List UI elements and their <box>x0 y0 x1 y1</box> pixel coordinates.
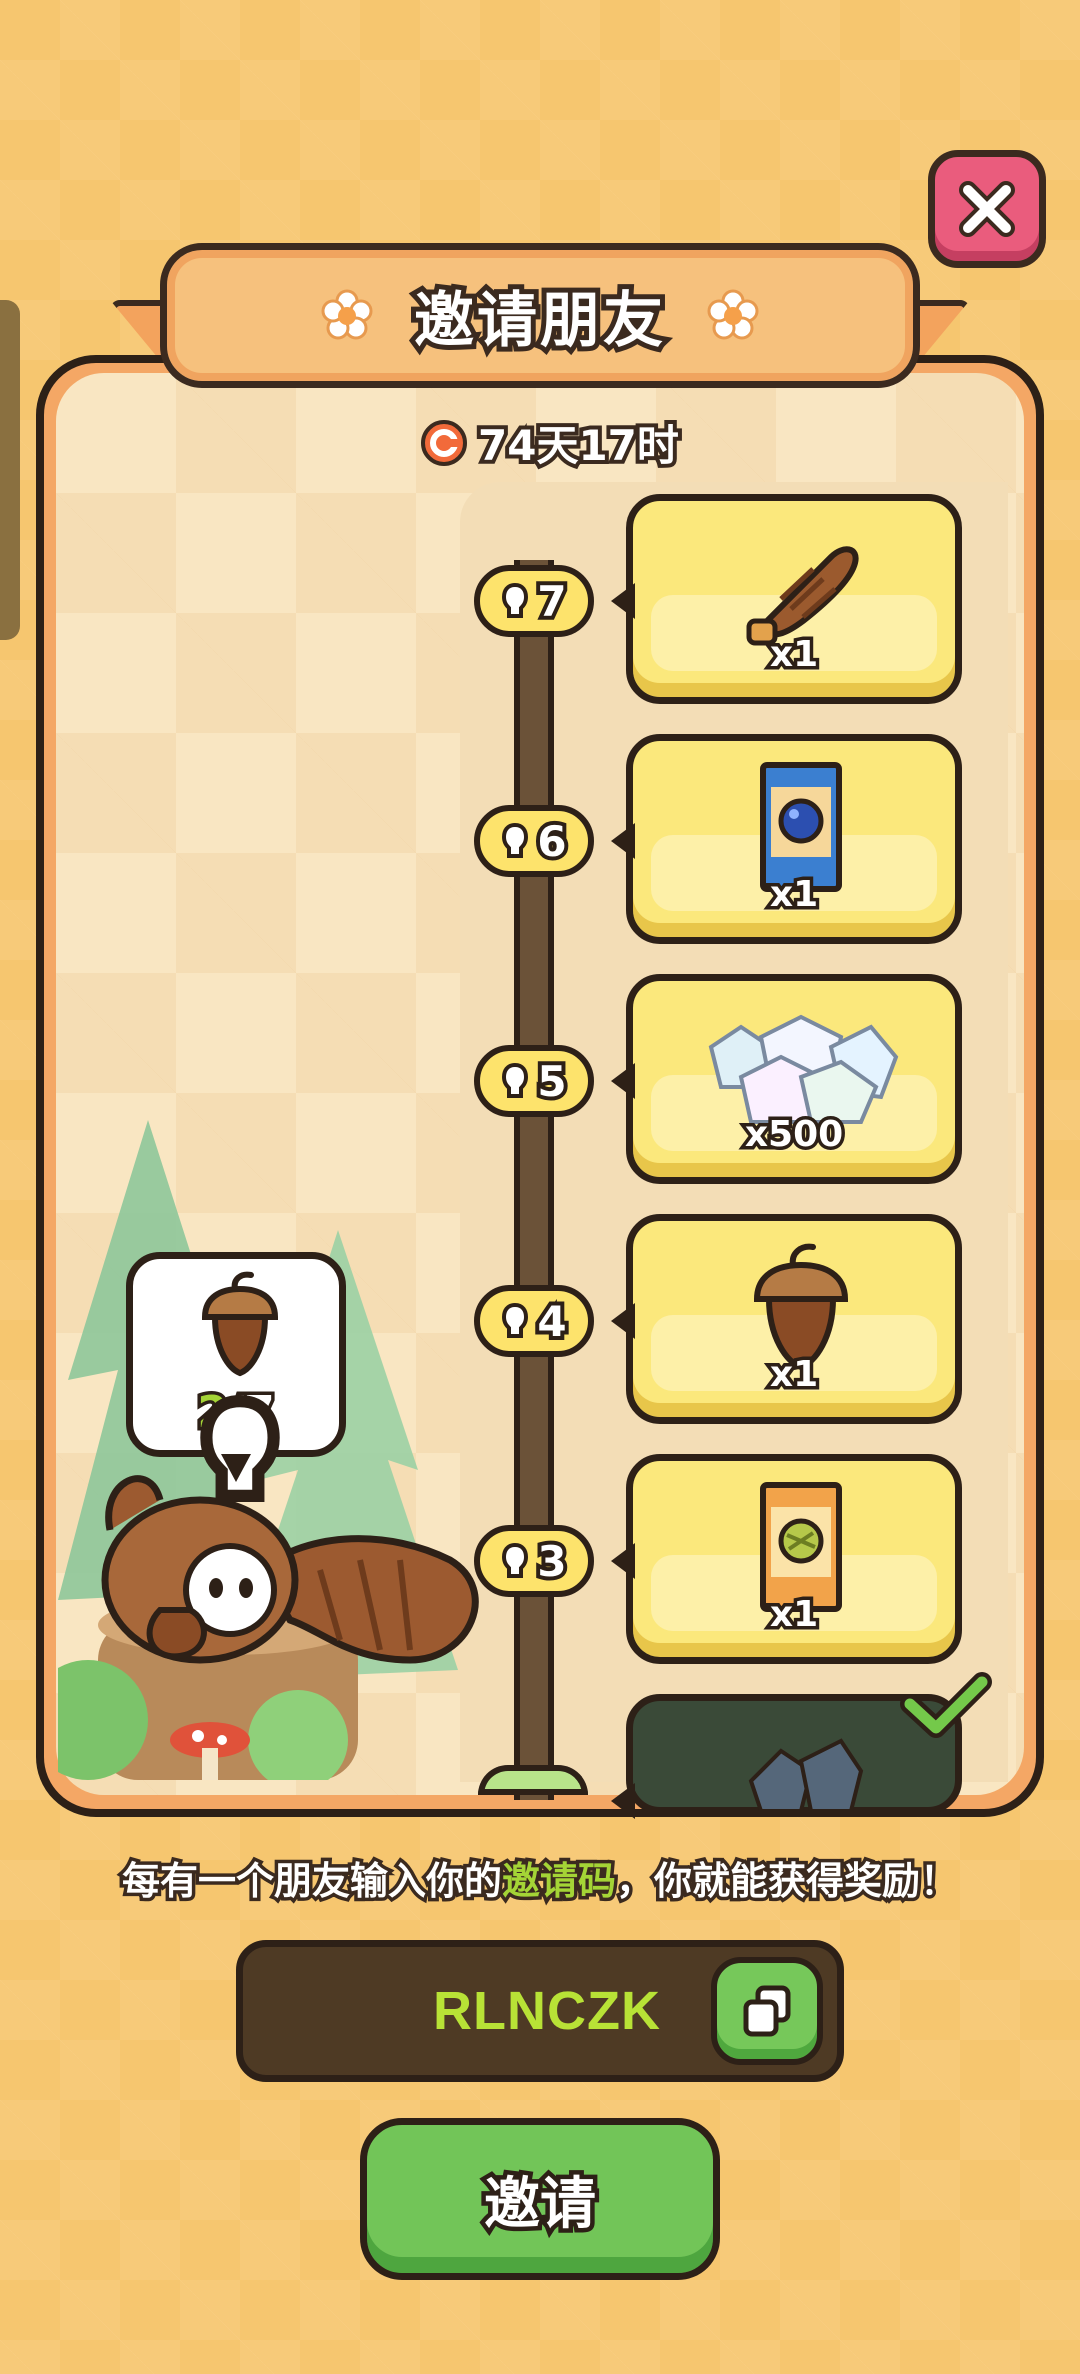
info-text-before: 每有一个朋友输入你的 <box>118 1856 505 1907</box>
invite-code: RLNCZK <box>433 1981 661 2041</box>
reward-card-7[interactable]: x1 <box>626 494 962 704</box>
friend-icon <box>200 1395 280 1502</box>
reward-card-5[interactable]: x500 <box>626 974 962 1184</box>
tier-count: 6 <box>533 813 570 870</box>
friend-icon <box>502 1063 529 1098</box>
copy-code-button[interactable] <box>711 1957 823 2065</box>
info-text-highlight: 邀请码 <box>498 1856 619 1907</box>
squirrel-character <box>101 1475 479 1780</box>
timer-text: 74天17时 <box>474 417 683 474</box>
reward-quantity: x500 <box>741 1111 846 1159</box>
acorn-icon <box>201 1271 279 1377</box>
info-text-after: ，你就能获得奖励！ <box>612 1856 961 1907</box>
tier-count: 3 <box>533 1533 570 1590</box>
tier-count: 7 <box>533 573 570 630</box>
invite-button[interactable]: 邀请 <box>360 2118 720 2280</box>
reward-card-6[interactable]: x1 <box>626 734 962 944</box>
clock-icon <box>421 419 467 466</box>
page-title: 邀请朋友 <box>409 281 668 361</box>
copy-icon <box>743 1985 791 2037</box>
event-timer: 74天17时 <box>420 412 683 474</box>
friend-progress: 2/7 <box>133 1384 339 1502</box>
reward-quantity: x1 <box>766 1351 821 1399</box>
close-icon <box>959 181 1015 237</box>
friend-icon <box>502 1303 529 1338</box>
claimed-check-icon <box>900 1672 992 1738</box>
reward-quantity: x1 <box>766 1591 821 1639</box>
next-tier-badge-peek <box>478 1765 588 1795</box>
invite-code-box: RLNCZK <box>236 1940 844 2082</box>
reward-quantity: x1 <box>766 631 821 679</box>
invite-info-text: 每有一个朋友输入你的邀请码，你就能获得奖励！ <box>0 1850 1080 1907</box>
reward-track-line <box>514 560 554 1800</box>
friend-icon <box>502 823 529 858</box>
progress-bubble: 2/7 <box>126 1252 346 1502</box>
flower-icon <box>707 289 759 339</box>
tier-badge-4: 4 <box>474 1285 594 1357</box>
invite-button-label: 邀请 <box>480 2167 601 2241</box>
tier-badge-3: 3 <box>474 1525 594 1597</box>
side-drawer-tab[interactable] <box>0 300 20 640</box>
reward-card-3[interactable]: x1 <box>626 1454 962 1664</box>
friend-icon <box>502 583 529 618</box>
title-banner: 邀请朋友 <box>160 243 920 388</box>
friend-icon <box>502 1543 529 1578</box>
tier-count: 5 <box>533 1053 570 1110</box>
reward-quantity: x1 <box>766 871 821 919</box>
close-button[interactable] <box>928 150 1046 268</box>
tier-badge-6: 6 <box>474 805 594 877</box>
reward-card-4[interactable]: x1 <box>626 1214 962 1424</box>
tier-badge-7: 7 <box>474 565 594 637</box>
tier-badge-5: 5 <box>474 1045 594 1117</box>
tier-count: 4 <box>533 1293 570 1350</box>
flower-icon <box>321 289 373 339</box>
diamond-gems-icon <box>748 1738 864 1811</box>
